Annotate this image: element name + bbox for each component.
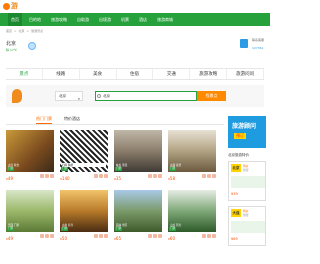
- top-strip: [0, 0, 270, 13]
- search-icon: [97, 94, 101, 98]
- search-button[interactable]: 找景点: [197, 91, 226, 101]
- breadcrumb-current: 旅游景点: [31, 29, 44, 33]
- deal-image: [231, 221, 265, 233]
- main-nav: 首页 目的地 旅游攻略 自助游 出境游 机票 酒店 旅游商城: [0, 13, 270, 26]
- tab-transport[interactable]: 交通: [153, 69, 191, 79]
- location-city: 北京: [6, 41, 17, 47]
- card-badge: 门票: [7, 227, 15, 231]
- card-badge: 门票: [169, 227, 177, 231]
- deal-city: 大连: [231, 209, 241, 217]
- tab-spots[interactable]: 景点: [6, 69, 43, 79]
- sidebar-title: 北京旅游特价: [228, 153, 249, 157]
- card-image: 乐园 门票 门票: [6, 190, 54, 232]
- card-image: 古刹 名寺 门票: [60, 190, 108, 232]
- logo-badge-icon: [3, 2, 10, 10]
- tab-special-hotels[interactable]: 特价酒店: [64, 116, 80, 124]
- ticket-card[interactable]: 山谷 风光 门票 ¥60: [168, 190, 216, 241]
- city-select[interactable]: 北京 ▼: [55, 91, 83, 101]
- weather-icon: [28, 42, 36, 50]
- nav-item-self-tour[interactable]: 自助游: [74, 13, 92, 26]
- card-image: 山谷 风光 门票: [168, 190, 216, 232]
- sidebar-ad-banner[interactable]: 旅游顾问 预订: [228, 116, 266, 148]
- breadcrumb-sep: >: [14, 29, 17, 33]
- breadcrumb-sep: >: [26, 29, 30, 33]
- card-thumbs: [148, 174, 162, 178]
- ticket-card[interactable]: 古镇 夜景 门票 ¥58: [168, 130, 216, 181]
- divider: [6, 124, 224, 125]
- tab-hot-tickets[interactable]: 热门门票: [36, 116, 52, 124]
- card-thumbs: [202, 174, 216, 178]
- site-logo[interactable]: 游网: [3, 1, 23, 21]
- card-badge: 门票: [115, 227, 123, 231]
- qr-code-icon: 扫码 购票 门票: [60, 130, 108, 172]
- card-thumbs: [202, 234, 216, 238]
- card-thumbs: [40, 174, 54, 178]
- tab-qa[interactable]: 旅游问问: [227, 69, 265, 79]
- ticket-card[interactable]: 古寺 秋色 门票 ¥49: [6, 130, 54, 181]
- nav-item-guide[interactable]: 旅游攻略: [48, 13, 70, 26]
- card-badge: 门票: [115, 167, 123, 171]
- card-image: 古镇 夜景 门票: [168, 130, 216, 172]
- breadcrumb-city[interactable]: 北京: [19, 29, 25, 35]
- card-thumbs: [148, 234, 162, 238]
- nav-item-destination[interactable]: 目的地: [26, 13, 44, 26]
- category-tabs: 景点 线路 美食 住宿 交通 旅游攻略 旅游问问: [6, 68, 265, 80]
- card-image: 古寺 秋色 门票: [6, 130, 54, 172]
- search-input[interactable]: 北京: [95, 91, 197, 101]
- contact-number: 127361: [252, 46, 264, 50]
- breadcrumb: 首页 > 北京 > 旅游景点: [6, 29, 43, 35]
- sidebar-deal[interactable]: 北京 特价 旅游 ¥39: [228, 161, 266, 201]
- location-row: 北京 晴 17℃ 联系客服 127361: [6, 38, 266, 56]
- tab-food[interactable]: 美食: [80, 69, 117, 79]
- nav-item-outbound[interactable]: 出境游: [96, 13, 114, 26]
- chevron-down-icon: ▼: [77, 97, 80, 101]
- card-badge: 门票: [61, 167, 69, 171]
- section-tabs: 热门门票 特价酒店: [36, 116, 80, 124]
- card-thumbs: [94, 174, 108, 178]
- nav-item-flights[interactable]: 机票: [118, 13, 132, 26]
- nav-item-home[interactable]: 首页: [8, 13, 22, 26]
- phone-icon: [240, 39, 248, 48]
- card-badge: 门票: [61, 227, 69, 231]
- nav-item-hotels[interactable]: 酒店: [136, 13, 150, 26]
- card-badge: 门票: [7, 167, 15, 171]
- deal-city: 北京: [231, 164, 241, 172]
- breadcrumb-home[interactable]: 首页: [6, 29, 12, 35]
- card-image: 园林 景区 门票: [114, 190, 162, 232]
- tab-guide[interactable]: 旅游攻略: [190, 69, 228, 79]
- deal-image: [231, 176, 265, 188]
- location-pin-icon: [12, 89, 22, 103]
- card-image: 峡谷 漂流 门票: [114, 130, 162, 172]
- tab-routes[interactable]: 线路: [43, 69, 80, 79]
- ticket-card[interactable]: 扫码 购票 门票 ¥140: [60, 130, 108, 181]
- ticket-card[interactable]: 峡谷 漂流 门票 ¥35: [114, 130, 162, 181]
- location-weather: 晴 17℃: [6, 48, 18, 52]
- tab-stay[interactable]: 住宿: [117, 69, 154, 79]
- ticket-card[interactable]: 古刹 名寺 门票 ¥50: [60, 190, 108, 241]
- contact-label: 联系客服: [252, 38, 265, 42]
- card-thumbs: [40, 234, 54, 238]
- sidebar-deal[interactable]: 大连 特价 旅游 ¥69: [228, 206, 266, 246]
- right-sidebar: 旅游顾问 预订 北京旅游特价 北京 特价 旅游 ¥39 大连 特价 旅游 ¥69: [228, 116, 266, 264]
- ticket-card[interactable]: 园林 景区 门票 ¥65: [114, 190, 162, 241]
- nav-item-mall[interactable]: 旅游商城: [154, 13, 176, 26]
- card-badge: 门票: [169, 167, 177, 171]
- ticket-card[interactable]: 乐园 门票 门票 ¥49: [6, 190, 54, 241]
- card-thumbs: [94, 234, 108, 238]
